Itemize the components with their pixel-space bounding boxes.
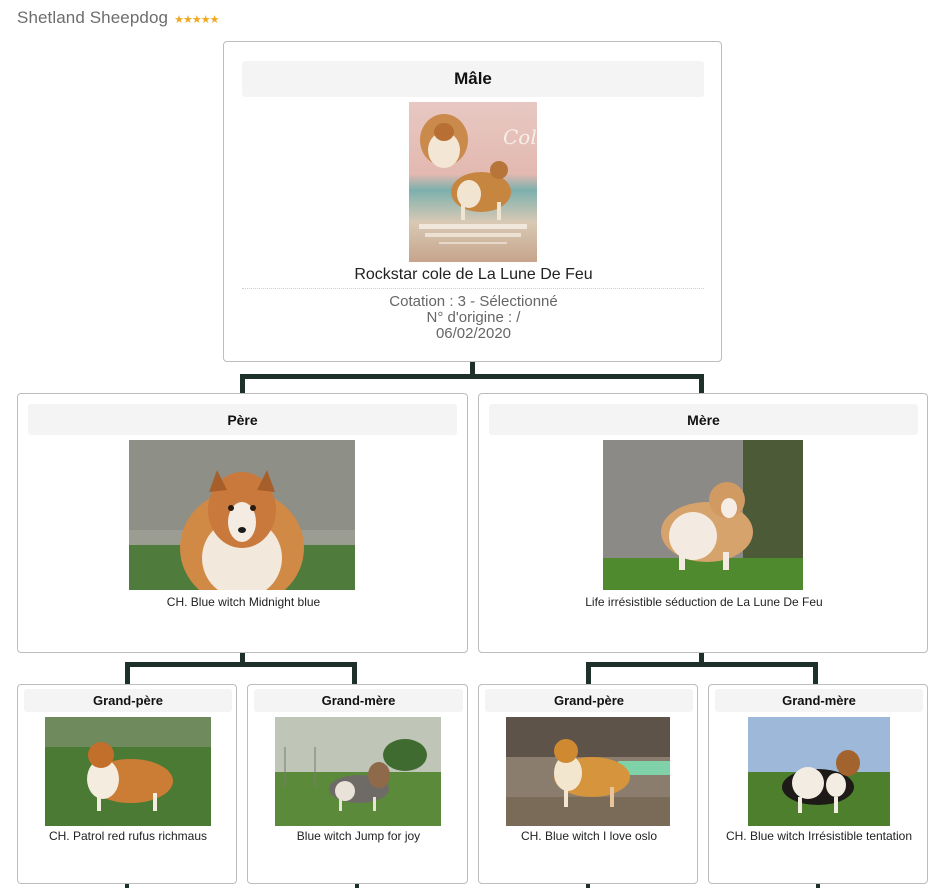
father-photo[interactable]: [129, 440, 355, 590]
tree-connector: [125, 662, 130, 684]
grandparent-header: Grand-mère: [715, 689, 923, 712]
grandparent-card[interactable]: Grand-père CH. Patrol red rufus richmaus: [17, 684, 237, 884]
grandparent-header: Grand-père: [485, 689, 693, 712]
mother-card[interactable]: Mère Life irrésistible séduction de La L…: [478, 393, 928, 653]
breed-title: Shetland Sheepdog: [17, 8, 169, 27]
star-icon: ★: [191, 13, 202, 26]
subject-date: 06/02/2020: [435, 325, 512, 342]
grandparent-card[interactable]: Grand-mère Blue witch Jump for joy: [247, 684, 468, 884]
subject-card[interactable]: Mâle Cole Rockstar cole de: [223, 41, 722, 362]
subject-name: Rockstar cole de La Lune De Feu: [354, 266, 593, 283]
tree-connector: [352, 662, 357, 684]
mother-photo[interactable]: [603, 440, 803, 590]
rating-stars: ★ ★ ★ ★ ★: [174, 13, 220, 26]
grandparent-photo[interactable]: [748, 717, 890, 826]
father-header: Père: [28, 404, 457, 435]
grandparent-name: CH. Blue witch I love oslo: [520, 829, 658, 843]
tree-connector: [586, 884, 590, 888]
star-icon: ★: [200, 13, 211, 26]
grandparent-name: CH. Patrol red rufus richmaus: [48, 829, 208, 843]
father-name: CH. Blue witch Midnight blue: [166, 595, 321, 609]
grandparent-photo[interactable]: [506, 717, 670, 826]
grandparent-name: Blue witch Jump for joy: [296, 829, 421, 843]
divider: [242, 288, 704, 289]
grandparent-card[interactable]: Grand-père CH. Blue witch I love oslo: [478, 684, 698, 884]
tree-connector: [125, 662, 357, 667]
subject-cotation: Cotation : 3 - Sélectionné: [389, 293, 558, 310]
tree-connector: [586, 662, 818, 667]
tree-connector: [813, 662, 818, 684]
grandparent-photo[interactable]: [275, 717, 441, 826]
mother-header: Mère: [489, 404, 918, 435]
star-icon: ★: [182, 13, 193, 26]
star-icon: ★: [174, 13, 184, 26]
star-icon: ★: [209, 13, 220, 26]
grandparent-header: Grand-mère: [254, 689, 463, 712]
grandparent-name: CH. Blue witch Irrésistible tentation: [725, 829, 913, 843]
svg-text:Cole: Cole: [503, 125, 537, 149]
subject-photo[interactable]: Cole: [409, 102, 537, 262]
subject-origin: N° d'origine : /: [426, 309, 521, 326]
tree-connector: [240, 374, 704, 379]
tree-connector: [586, 662, 591, 684]
page-title: Shetland Sheepdog ★ ★ ★ ★ ★: [17, 8, 220, 28]
tree-connector: [240, 374, 245, 393]
subject-header: Mâle: [242, 61, 704, 97]
tree-connector: [816, 884, 820, 888]
tree-connector: [125, 884, 129, 888]
tree-connector: [355, 884, 359, 888]
mother-name: Life irrésistible séduction de La Lune D…: [585, 595, 823, 609]
father-card[interactable]: Père CH. Blue witch Midnight blue: [17, 393, 468, 653]
tree-connector: [699, 374, 704, 393]
grandparent-header: Grand-père: [24, 689, 232, 712]
grandparent-card[interactable]: Grand-mère CH. Blue witch Irrésistible t…: [708, 684, 928, 884]
grandparent-photo[interactable]: [45, 717, 211, 826]
